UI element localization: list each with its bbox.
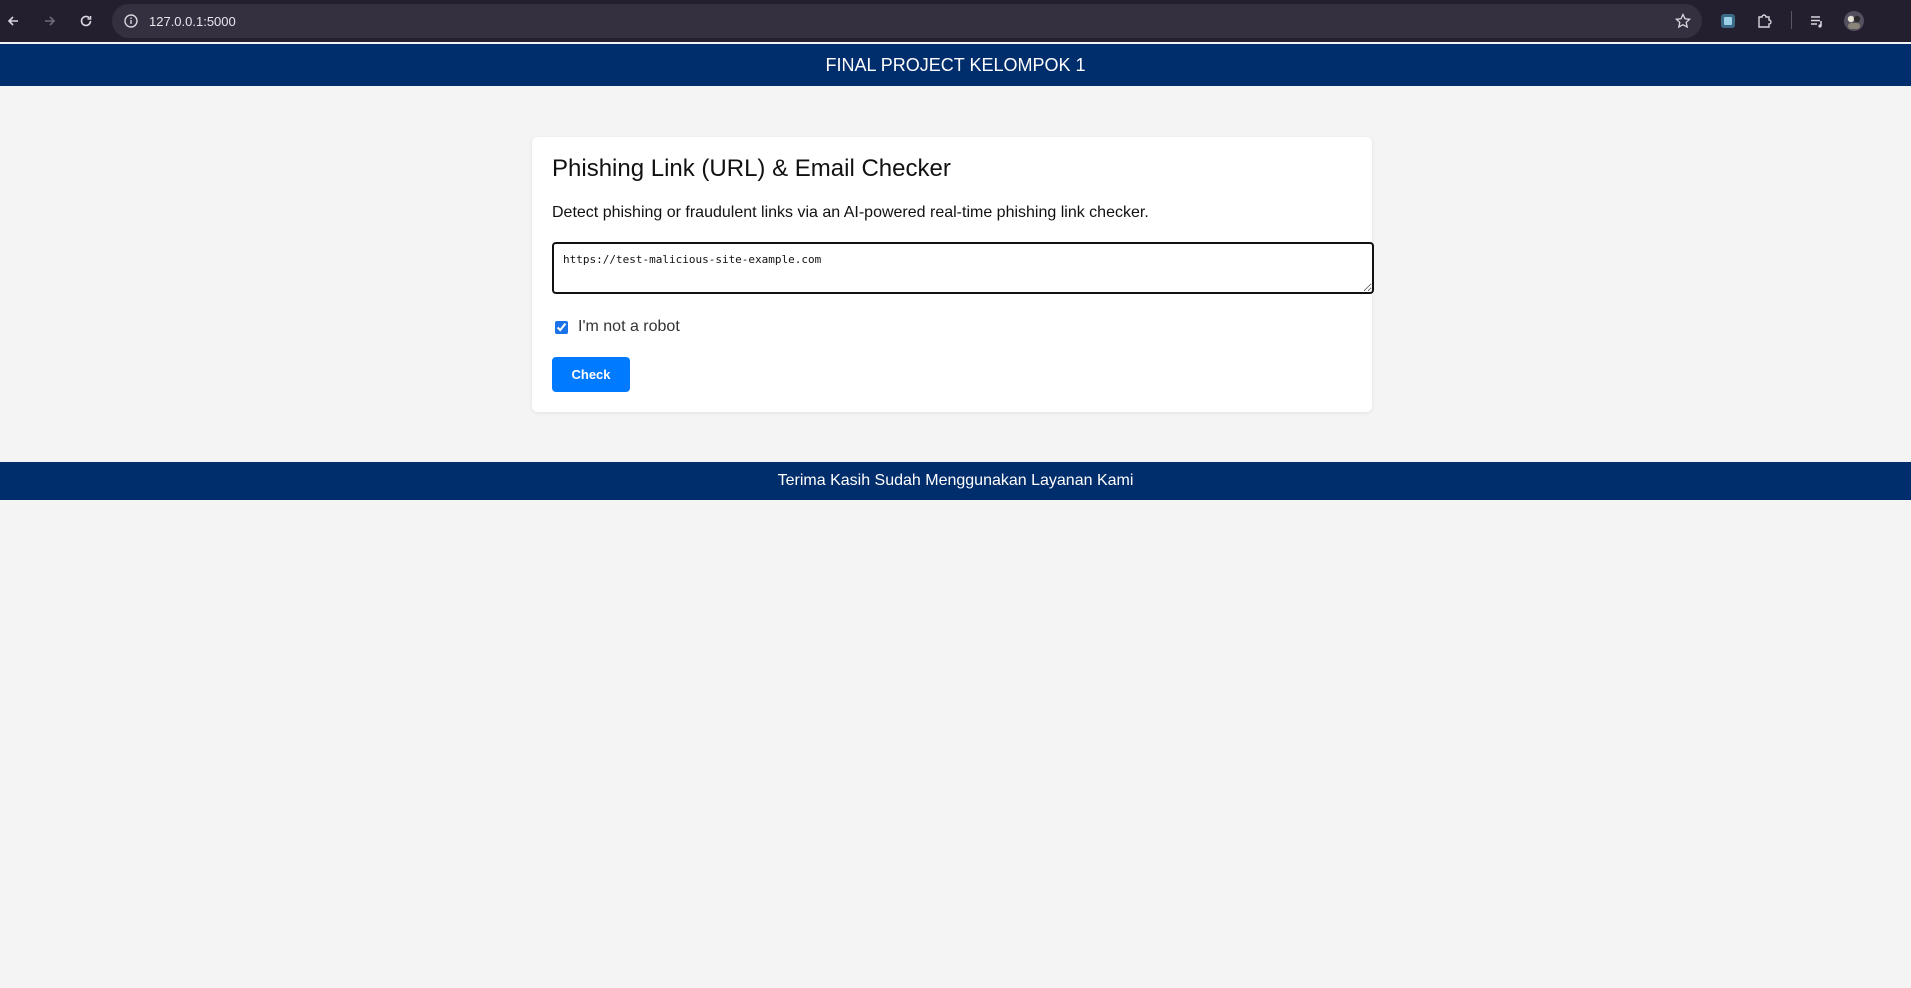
puzzle-icon[interactable] [1753,10,1775,32]
footer-text: Terima Kasih Sudah Menggunakan Layanan K… [777,472,1134,489]
back-icon[interactable] [0,8,26,34]
captcha-row: I'm not a robot [555,318,680,336]
site-footer: Terima Kasih Sudah Menggunakan Layanan K… [0,462,1911,500]
captcha-checkbox[interactable] [555,320,568,334]
media-queue-icon[interactable] [1806,10,1828,32]
site-header: FINAL PROJECT KELOMPOK 1 [0,44,1911,86]
page-title: Phishing Link (URL) & Email Checker [552,155,951,182]
reload-icon[interactable] [73,8,99,34]
browser-toolbar: 127.0.0.1:5000 [0,0,1911,42]
forward-icon[interactable] [37,8,63,34]
header-title: FINAL PROJECT KELOMPOK 1 [825,54,1086,75]
page-description: Detect phishing or fraudulent links via … [552,204,1149,221]
extension-icon[interactable] [1717,10,1739,32]
toolbar-divider [1791,11,1792,29]
url-input[interactable] [552,242,1374,294]
captcha-label[interactable]: I'm not a robot [578,318,680,336]
address-bar[interactable]: 127.0.0.1:5000 [112,4,1702,38]
info-icon[interactable] [122,12,140,30]
checker-card: Phishing Link (URL) & Email Checker Dete… [532,137,1374,412]
url-text: 127.0.0.1:5000 [149,14,236,29]
star-icon[interactable] [1674,12,1692,30]
check-button[interactable]: Check [552,357,630,392]
profile-avatar-icon[interactable] [1843,10,1865,32]
